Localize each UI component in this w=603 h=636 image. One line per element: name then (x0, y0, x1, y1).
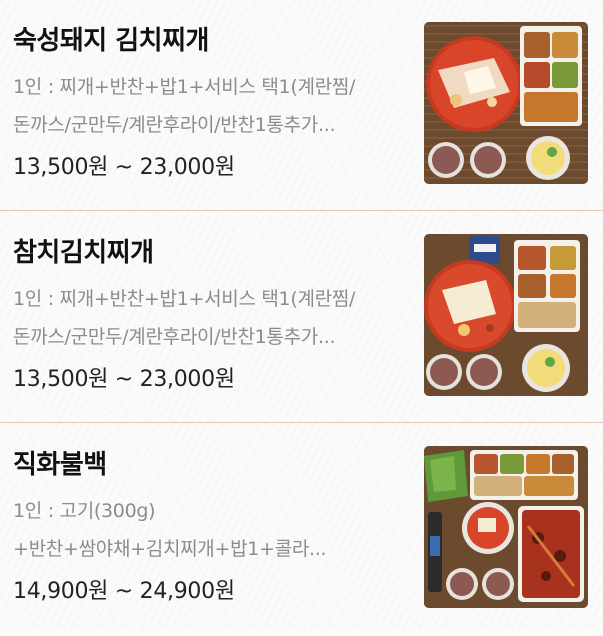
item-divider (0, 210, 603, 211)
description-line: +반찬+쌈야채+김치찌개+밥1+콜라... (13, 538, 327, 560)
menu-item-photo[interactable] (424, 446, 588, 608)
menu-item-description: 1인 : 고기(300g) +반찬+쌈야채+김치찌개+밥1+콜라... (13, 492, 408, 568)
menu-item-kimchi-stew[interactable]: 숙성돼지 김치찌개 1인 : 찌개+반찬+밥1+서비스 택1(계란찜/ 돈까스/… (0, 0, 603, 212)
description-line: 1인 : 고기(300g) (13, 500, 156, 522)
menu-item-description: 1인 : 찌개+반찬+밥1+서비스 택1(계란찜/ 돈까스/군만두/계란후라이/… (13, 68, 408, 144)
menu-item-tuna-kimchi-stew[interactable]: 참치김치찌개 1인 : 찌개+반찬+밥1+서비스 택1(계란찜/ 돈까스/군만두… (0, 212, 603, 424)
menu-item-name: 직화불백 (13, 450, 107, 480)
description-line: 돈까스/군만두/계란후라이/반찬1통추가... (13, 326, 336, 348)
tuna-kimchi-stew-set-photo-icon (424, 234, 588, 396)
menu-item-price: 14,900원 ~ 24,900원 (13, 579, 235, 604)
kimchi-stew-set-photo-icon (424, 22, 588, 184)
menu-item-grilled-pork[interactable]: 직화불백 1인 : 고기(300g) +반찬+쌈야채+김치찌개+밥1+콜라...… (0, 424, 603, 636)
description-line: 1인 : 찌개+반찬+밥1+서비스 택1(계란찜/ (13, 76, 356, 98)
menu-item-photo[interactable] (424, 234, 588, 396)
menu-item-photo[interactable] (424, 22, 588, 184)
menu-item-price: 13,500원 ~ 23,000원 (13, 367, 235, 392)
menu-item-description: 1인 : 찌개+반찬+밥1+서비스 택1(계란찜/ 돈까스/군만두/계란후라이/… (13, 280, 408, 356)
item-divider (0, 422, 603, 423)
grilled-pork-set-photo-icon (424, 446, 588, 608)
menu-item-price: 13,500원 ~ 23,000원 (13, 155, 235, 180)
description-line: 돈까스/군만두/계란후라이/반찬1통추가... (13, 114, 336, 136)
description-line: 1인 : 찌개+반찬+밥1+서비스 택1(계란찜/ (13, 288, 356, 310)
menu-item-name: 참치김치찌개 (13, 238, 154, 268)
menu-item-name: 숙성돼지 김치찌개 (13, 26, 209, 56)
